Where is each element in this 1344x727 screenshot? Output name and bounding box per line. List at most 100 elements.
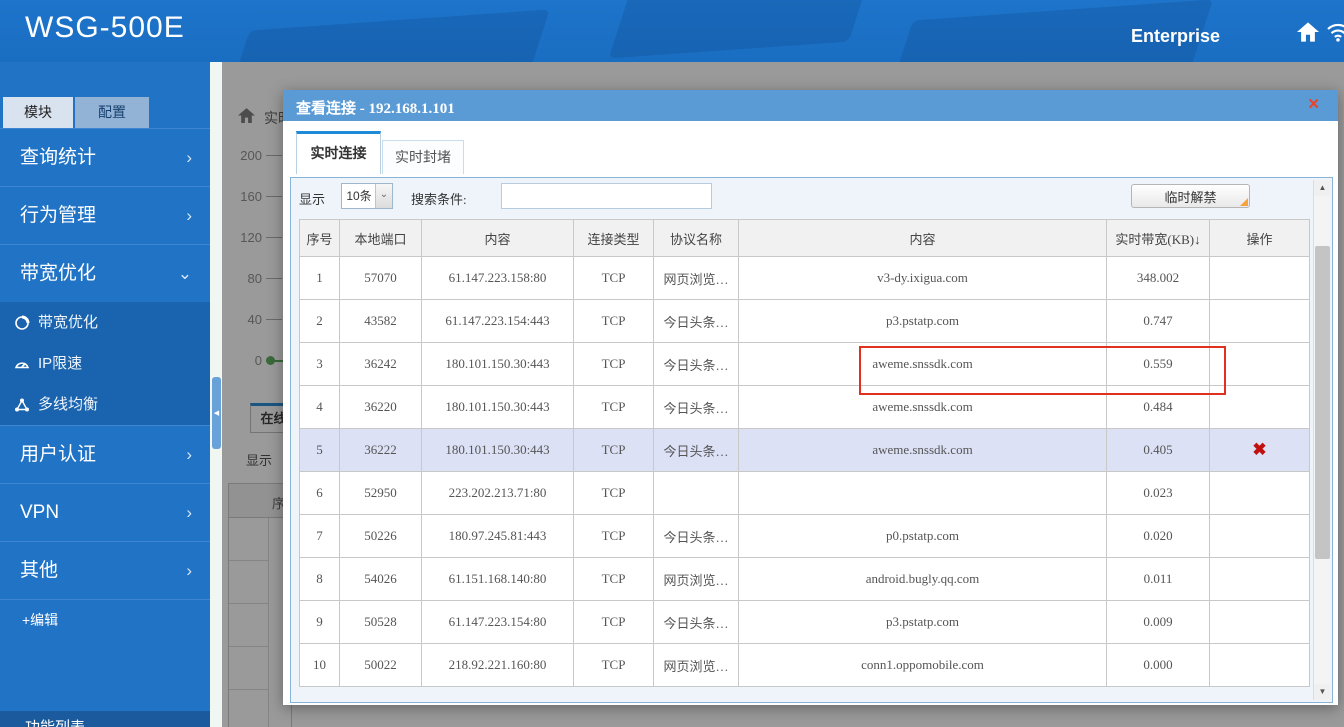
edit-menu-button[interactable]: +编辑 bbox=[0, 599, 210, 640]
sidebar: 模块 配置 查询统计 › 行为管理 › 带宽优化 ⌄ 带宽优化 IP限速 多线均… bbox=[0, 62, 210, 727]
bg-table-row bbox=[229, 647, 269, 690]
bg-table-row bbox=[229, 690, 269, 727]
view-connections-dialog: 查看连接 - 192.168.1.101 ✕ 实时连接 实时封堵 显示 10条 … bbox=[283, 90, 1338, 705]
sidebar-item-bandwidth-opt[interactable]: 带宽优化 ⌄ bbox=[0, 244, 210, 302]
protocol-name-cell: 今日头条… bbox=[653, 600, 739, 644]
sidebar-item-user-auth[interactable]: 用户认证 › bbox=[0, 425, 210, 483]
table-row[interactable]: 2 43582 61.147.223.154:443 TCP 今日头条… p3.pstat… bbox=[299, 299, 1310, 343]
connection-type-cell: TCP bbox=[573, 256, 654, 300]
temporary-unban-button[interactable]: 临时解禁 bbox=[1131, 184, 1250, 208]
table-row[interactable]: 7 50226 180.97.245.81:443 TCP 今日头条… p0.pstatp… bbox=[299, 514, 1310, 558]
axis-tick-label: 120 bbox=[240, 230, 262, 245]
sidebar-item-query-stats[interactable]: 查询统计 › bbox=[0, 128, 210, 186]
sidebar-item-label: 带宽优化 bbox=[20, 263, 97, 284]
domain-content-cell: aweme.snssdk.com bbox=[738, 385, 1107, 429]
page-size-select[interactable]: 10条 ⌄ bbox=[341, 183, 393, 209]
submenu-item-label: 多线均衡 bbox=[38, 396, 99, 413]
local-port-cell: 36222 bbox=[339, 428, 422, 472]
scrollbar-thumb[interactable] bbox=[1315, 246, 1330, 559]
submenu-item-multiline-balance[interactable]: 多线均衡 bbox=[0, 384, 210, 425]
table-row[interactable]: 6 52950 223.202.213.71:80 TCP 0.023 bbox=[299, 471, 1310, 515]
axis-tick bbox=[266, 155, 282, 156]
tab-realtime-connections[interactable]: 实时连接 bbox=[296, 131, 381, 174]
remote-address-cell: 223.202.213.71:80 bbox=[421, 471, 574, 515]
protocol-name-cell: 今日头条… bbox=[653, 514, 739, 558]
sidebar-item-other[interactable]: 其他 › bbox=[0, 541, 210, 599]
domain-content-cell: aweme.snssdk.com bbox=[738, 428, 1107, 472]
table-row[interactable]: 4 36220 180.101.150.30:443 TCP 今日头条… aweme.sn… bbox=[299, 385, 1310, 429]
tab-realtime-blocking[interactable]: 实时封堵 bbox=[382, 140, 464, 174]
bandwidth-cell: 348.002 bbox=[1106, 256, 1210, 300]
bandwidth-cell: 0.011 bbox=[1106, 557, 1210, 601]
tab-modules[interactable]: 模块 bbox=[3, 97, 73, 128]
domain-content-cell: aweme.snssdk.com bbox=[738, 342, 1107, 386]
bandwidth-cell: 0.559 bbox=[1106, 342, 1210, 386]
col-protocol: 协议名称 bbox=[653, 219, 739, 257]
function-list-label: 功能列表 bbox=[0, 711, 210, 727]
chevron-right-icon: › bbox=[186, 561, 192, 580]
gauge-icon bbox=[14, 361, 30, 368]
tab-config[interactable]: 配置 bbox=[75, 97, 149, 128]
connection-type-cell: TCP bbox=[573, 428, 654, 472]
domain-content-cell bbox=[738, 471, 1107, 515]
operation-cell bbox=[1209, 643, 1310, 687]
table-row[interactable]: 3 36242 180.101.150.30:443 TCP 今日头条… aweme.sn… bbox=[299, 342, 1310, 386]
sidebar-item-vpn[interactable]: VPN › bbox=[0, 483, 210, 541]
dropdown-arrow-icon[interactable]: ⌄ bbox=[375, 184, 392, 208]
scroll-down-icon[interactable]: ▼ bbox=[1314, 684, 1331, 700]
dialog-header[interactable]: 查看连接 - 192.168.1.101 ✕ bbox=[283, 90, 1338, 121]
scroll-up-icon[interactable]: ▲ bbox=[1314, 180, 1331, 196]
sidebar-item-behavior-mgmt[interactable]: 行为管理 › bbox=[0, 186, 210, 244]
domain-content-cell: v3-dy.ixigua.com bbox=[738, 256, 1107, 300]
col-bandwidth-sort[interactable]: 实时带宽(KB)↓ bbox=[1106, 219, 1210, 257]
brand-logo: WSG-500E bbox=[25, 11, 185, 44]
remote-address-cell: 180.101.150.30:443 bbox=[421, 428, 574, 472]
table-row[interactable]: 9 50528 61.147.223.154:80 TCP 今日头条… p3.pstatp… bbox=[299, 600, 1310, 644]
wifi-icon[interactable] bbox=[1326, 22, 1344, 42]
table-row[interactable]: 1 57070 61.147.223.158:80 TCP 网页浏览… v3-dy.ixi… bbox=[299, 256, 1310, 300]
bandwidth-submenu: 带宽优化 IP限速 多线均衡 bbox=[0, 302, 210, 425]
sidebar-nav: 查询统计 › 行为管理 › 带宽优化 ⌄ 带宽优化 IP限速 多线均衡 用户认证… bbox=[0, 128, 210, 640]
local-port-cell: 50226 bbox=[339, 514, 422, 558]
chevron-right-icon: › bbox=[186, 148, 192, 167]
sidebar-footer: 功能列表 bbox=[0, 711, 210, 727]
chevron-right-icon: › bbox=[186, 503, 192, 522]
search-input[interactable] bbox=[501, 183, 712, 209]
chevron-down-icon: ⌄ bbox=[177, 264, 192, 283]
protocol-name-cell: 网页浏览… bbox=[653, 643, 739, 687]
operation-cell bbox=[1209, 385, 1310, 429]
axis-tick bbox=[266, 237, 282, 238]
sidebar-collapse-handle[interactable]: ◀ bbox=[212, 377, 221, 449]
chevron-right-icon: › bbox=[186, 206, 192, 225]
axis-tick-label: 160 bbox=[240, 189, 262, 204]
corner-fold-icon bbox=[1240, 198, 1248, 206]
show-label: 显示 bbox=[299, 192, 326, 207]
edition-label: Enterprise bbox=[1131, 26, 1221, 46]
bg-table-row bbox=[229, 561, 269, 604]
operation-cell bbox=[1209, 514, 1310, 558]
chevron-right-icon: › bbox=[186, 445, 192, 464]
submenu-item-bandwidth-opt[interactable]: 带宽优化 bbox=[0, 302, 210, 343]
bg-show-label: 显示 bbox=[246, 453, 273, 468]
row-index-cell: 2 bbox=[299, 299, 340, 343]
submenu-item-ip-limit[interactable]: IP限速 bbox=[0, 343, 210, 384]
connection-type-cell: TCP bbox=[573, 557, 654, 601]
axis-tick-label: 40 bbox=[247, 312, 262, 327]
table-row[interactable]: 5 36222 180.101.150.30:443 TCP 今日头条… aweme.sn… bbox=[299, 428, 1310, 472]
bg-table-row bbox=[229, 518, 269, 561]
bandwidth-cell: 0.009 bbox=[1106, 600, 1210, 644]
col-operation: 操作 bbox=[1209, 219, 1310, 257]
protocol-name-cell: 网页浏览… bbox=[653, 256, 739, 300]
dialog-scrollbar[interactable]: ▲ ▼ bbox=[1313, 180, 1331, 700]
connections-tbody: 1 57070 61.147.223.158:80 TCP 网页浏览… v3-dy.ixi… bbox=[299, 256, 1310, 687]
protocol-name-cell: 今日头条… bbox=[653, 342, 739, 386]
bg-table-row bbox=[229, 604, 269, 647]
axis-tick-label: 200 bbox=[240, 148, 262, 163]
sidebar-item-label: 用户认证 bbox=[20, 444, 97, 465]
close-icon[interactable]: ✕ bbox=[1307, 96, 1320, 114]
home-icon[interactable] bbox=[1297, 22, 1319, 42]
delete-connection-icon[interactable]: ✖ bbox=[1252, 440, 1266, 459]
table-row[interactable]: 8 54026 61.151.168.140:80 TCP 网页浏览… android.b… bbox=[299, 557, 1310, 601]
table-row[interactable]: 10 50022 218.92.221.160:80 TCP 网页浏览… conn1.op… bbox=[299, 643, 1310, 687]
bandwidth-cell: 0.000 bbox=[1106, 643, 1210, 687]
